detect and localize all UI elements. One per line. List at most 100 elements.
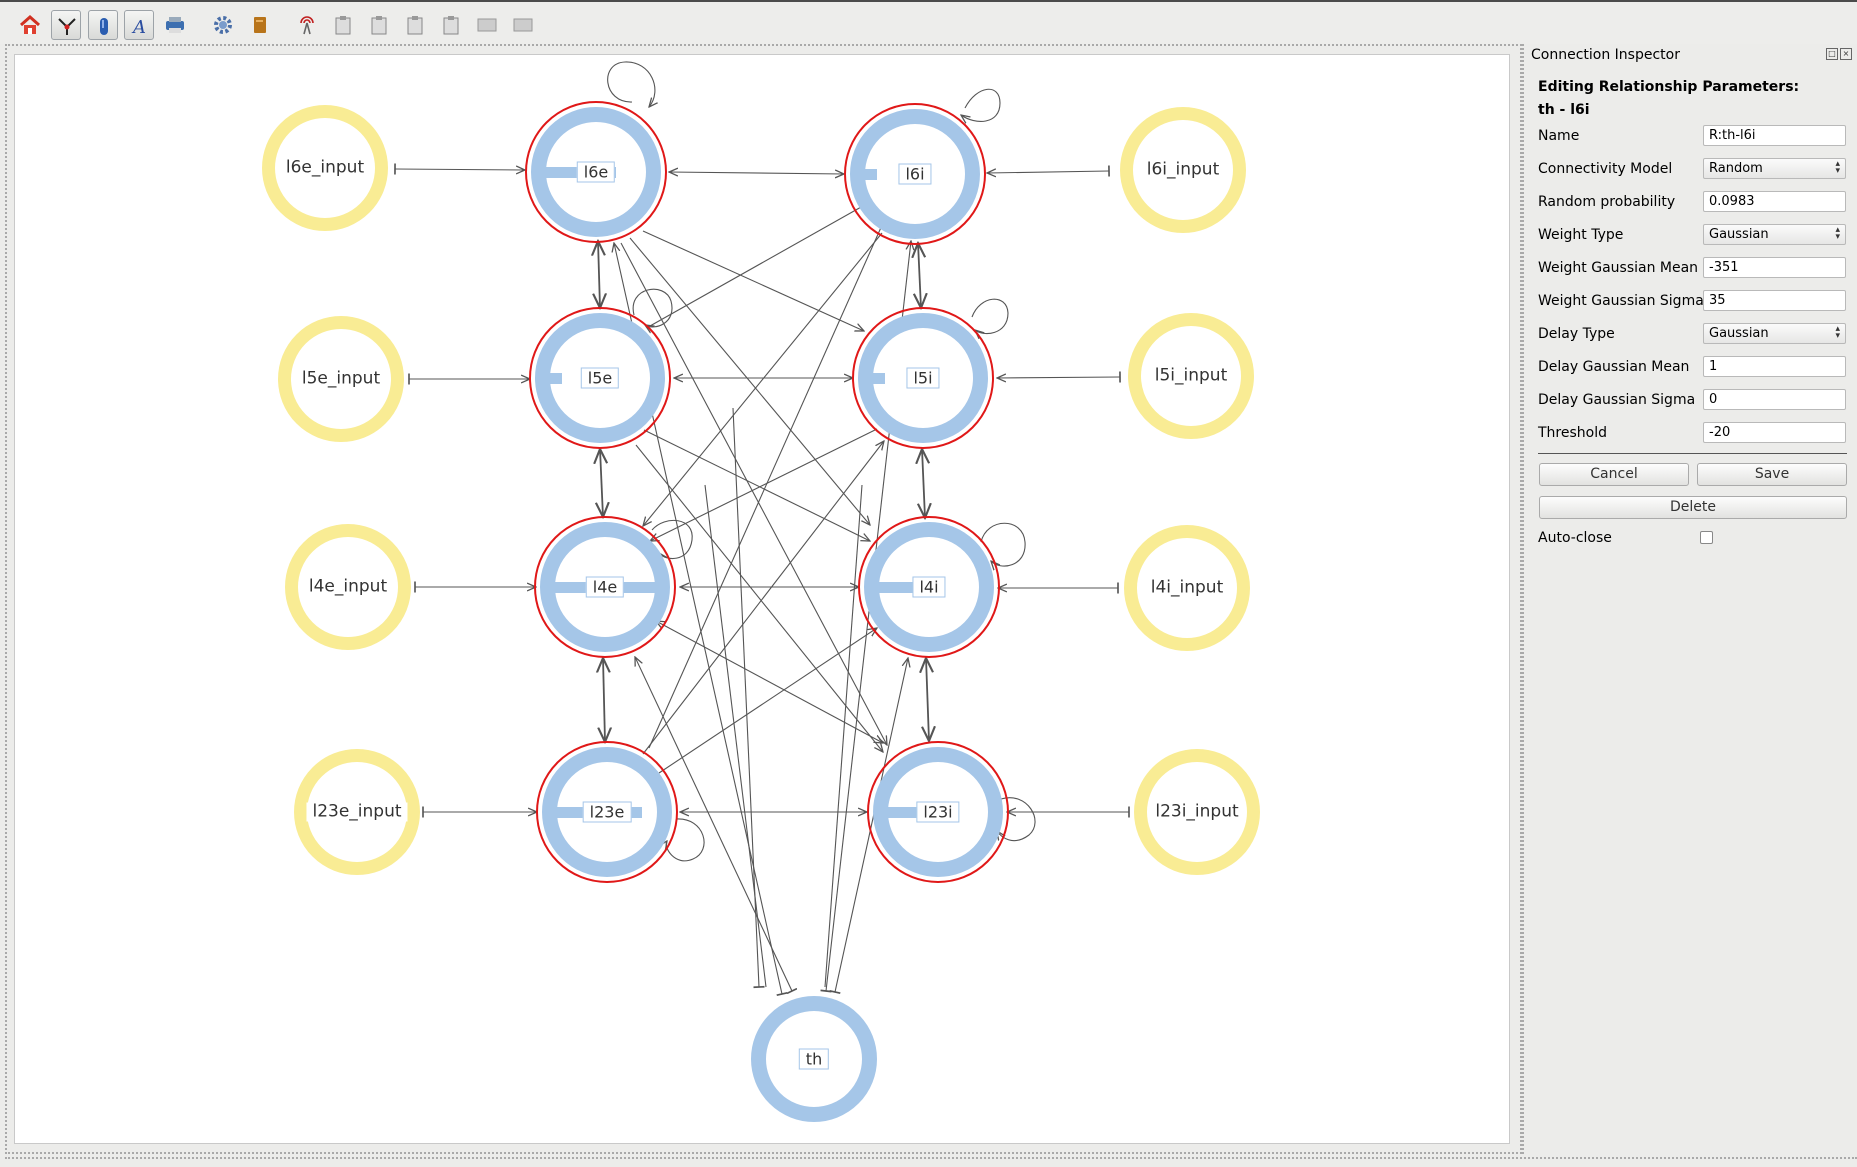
node-label: l23e_input	[306, 802, 408, 822]
connection-edge[interactable]	[642, 441, 884, 755]
connection-edge[interactable]	[987, 171, 1109, 173]
connection-edge[interactable]	[656, 621, 883, 743]
field-label: Random probability	[1538, 194, 1676, 210]
connection-edge[interactable]	[650, 428, 878, 541]
home-icon[interactable]	[15, 10, 45, 40]
toolbar: A	[0, 0, 1857, 44]
antenna-icon[interactable]	[292, 10, 322, 40]
node-label: l4i	[912, 576, 946, 598]
input-node-l4e[interactable]: l4e_input	[285, 524, 411, 650]
input-node-l5i[interactable]: l5i_input	[1128, 313, 1254, 439]
float-panel-icon[interactable]: □	[1826, 48, 1838, 60]
connection-edge[interactable]	[926, 658, 929, 741]
population-node-l5i[interactable]: l5i	[858, 313, 988, 443]
input-node-l23i[interactable]: l23i_input	[1134, 749, 1260, 875]
population-node-l23e[interactable]: l23e	[542, 747, 672, 877]
population-node-l4i[interactable]: l4i	[864, 522, 994, 652]
node-label: l23i	[916, 801, 960, 823]
clipboard-icon[interactable]	[364, 10, 394, 40]
population-node-l6i[interactable]: l6i	[850, 109, 980, 239]
field-label: Weight Gaussian Mean	[1538, 260, 1699, 276]
gear-icon[interactable]	[208, 10, 238, 40]
population-node-th[interactable]: th	[751, 996, 877, 1122]
connection-edge[interactable]	[642, 230, 864, 331]
autoclose-checkbox[interactable]	[1700, 531, 1713, 544]
connection-edge[interactable]	[395, 169, 525, 170]
activity-bar	[550, 373, 562, 384]
weight-type-select[interactable]: Gaussian ▴ ▾	[1703, 224, 1846, 245]
connection-edge[interactable]	[600, 449, 603, 517]
input-node-l5e[interactable]: l5e_input	[278, 316, 404, 442]
name-input[interactable]: R:th-l6i	[1703, 125, 1846, 146]
input-node-l23e[interactable]: l23e_input	[294, 749, 420, 875]
node-label: th	[798, 1048, 830, 1070]
close-panel-icon[interactable]: ×	[1840, 48, 1852, 60]
activity-bar	[865, 169, 877, 180]
spinner-arrows-icon: ▴ ▾	[1835, 159, 1840, 176]
connection-edge[interactable]	[603, 658, 605, 742]
threshold-input[interactable]: -20	[1703, 422, 1846, 443]
field-label: Weight Gaussian Sigma	[1538, 293, 1704, 309]
connection-edge[interactable]	[997, 377, 1120, 378]
node-label: l6e	[576, 161, 616, 183]
self-loop-edge[interactable]	[961, 88, 1001, 121]
book-icon[interactable]	[245, 10, 275, 40]
self-loop-edge[interactable]	[971, 298, 1009, 333]
node-label: l23i_input	[1149, 802, 1245, 822]
input-node-l6e[interactable]: l6e_input	[262, 105, 388, 231]
delete-button[interactable]: Delete	[1539, 496, 1847, 519]
connection-edge[interactable]	[620, 242, 887, 745]
inspector-heading: Editing Relationship Parameters: th - l6…	[1538, 76, 1799, 122]
spinner-arrows-icon: ▴ ▾	[1835, 324, 1840, 341]
clipboard-icon[interactable]	[328, 10, 358, 40]
connection-edge[interactable]	[648, 205, 891, 749]
connection-edge[interactable]	[649, 202, 870, 327]
divider	[1538, 453, 1847, 454]
clipboard-icon[interactable]	[400, 10, 430, 40]
clipboard-icon[interactable]	[436, 10, 466, 40]
population-node-l4e[interactable]: l4e	[540, 522, 670, 652]
node-label: l5i_input	[1148, 366, 1234, 386]
select-value: Gaussian	[1709, 326, 1769, 341]
connection-edge[interactable]	[918, 243, 921, 308]
population-node-l23i[interactable]: l23i	[873, 747, 1003, 877]
connection-edge[interactable]	[643, 429, 870, 541]
screen-icon[interactable]	[508, 10, 538, 40]
autoclose-label: Auto-close	[1538, 530, 1612, 546]
connection-edge[interactable]	[643, 232, 883, 526]
node-label: l5i	[906, 367, 940, 389]
connection-edge[interactable]	[658, 628, 877, 774]
activity-bar	[888, 807, 918, 818]
node-label: l6e_input	[279, 158, 371, 178]
heading-connection: th - l6i	[1538, 102, 1590, 118]
input-node-l6i[interactable]: l6i_input	[1120, 107, 1246, 233]
connection-edge[interactable]	[669, 172, 844, 174]
delay-gaussian-sigma-input[interactable]: 0	[1703, 389, 1846, 410]
cancel-button[interactable]: Cancel	[1539, 463, 1689, 486]
weight-gaussian-mean-input[interactable]: -351	[1703, 257, 1846, 278]
population-tool-icon[interactable]	[88, 10, 118, 40]
printer-icon[interactable]	[160, 10, 190, 40]
window-border	[5, 1157, 1857, 1159]
connection-edge[interactable]	[598, 241, 600, 308]
delay-gaussian-mean-input[interactable]: 1	[1703, 356, 1846, 377]
node-label: l4i_input	[1144, 578, 1230, 598]
text-tool-icon[interactable]: A	[124, 10, 154, 40]
population-node-l5e[interactable]: l5e	[535, 313, 665, 443]
delay-type-select[interactable]: Gaussian ▴ ▾	[1703, 323, 1846, 344]
population-node-l6e[interactable]: l6e	[531, 107, 661, 237]
random-probability-input[interactable]: 0.0983	[1703, 191, 1846, 212]
svg-text:A: A	[131, 17, 146, 37]
network-canvas[interactable]: l6e_input l6i_input l5e_input l5i_input …	[14, 54, 1510, 1144]
connection-edge[interactable]	[922, 449, 925, 518]
input-node-l4i[interactable]: l4i_input	[1124, 525, 1250, 651]
weight-gaussian-sigma-input[interactable]: 35	[1703, 290, 1846, 311]
save-button[interactable]: Save	[1697, 463, 1847, 486]
connection-layer	[15, 61, 1511, 1145]
connection-edge[interactable]	[824, 484, 863, 988]
self-loop-edge[interactable]	[607, 61, 655, 107]
connection-tool-icon[interactable]	[51, 10, 81, 40]
connectivity-model-select[interactable]: Random ▴ ▾	[1703, 158, 1846, 179]
node-label: l4e_input	[302, 577, 394, 597]
screen-icon[interactable]	[472, 10, 502, 40]
